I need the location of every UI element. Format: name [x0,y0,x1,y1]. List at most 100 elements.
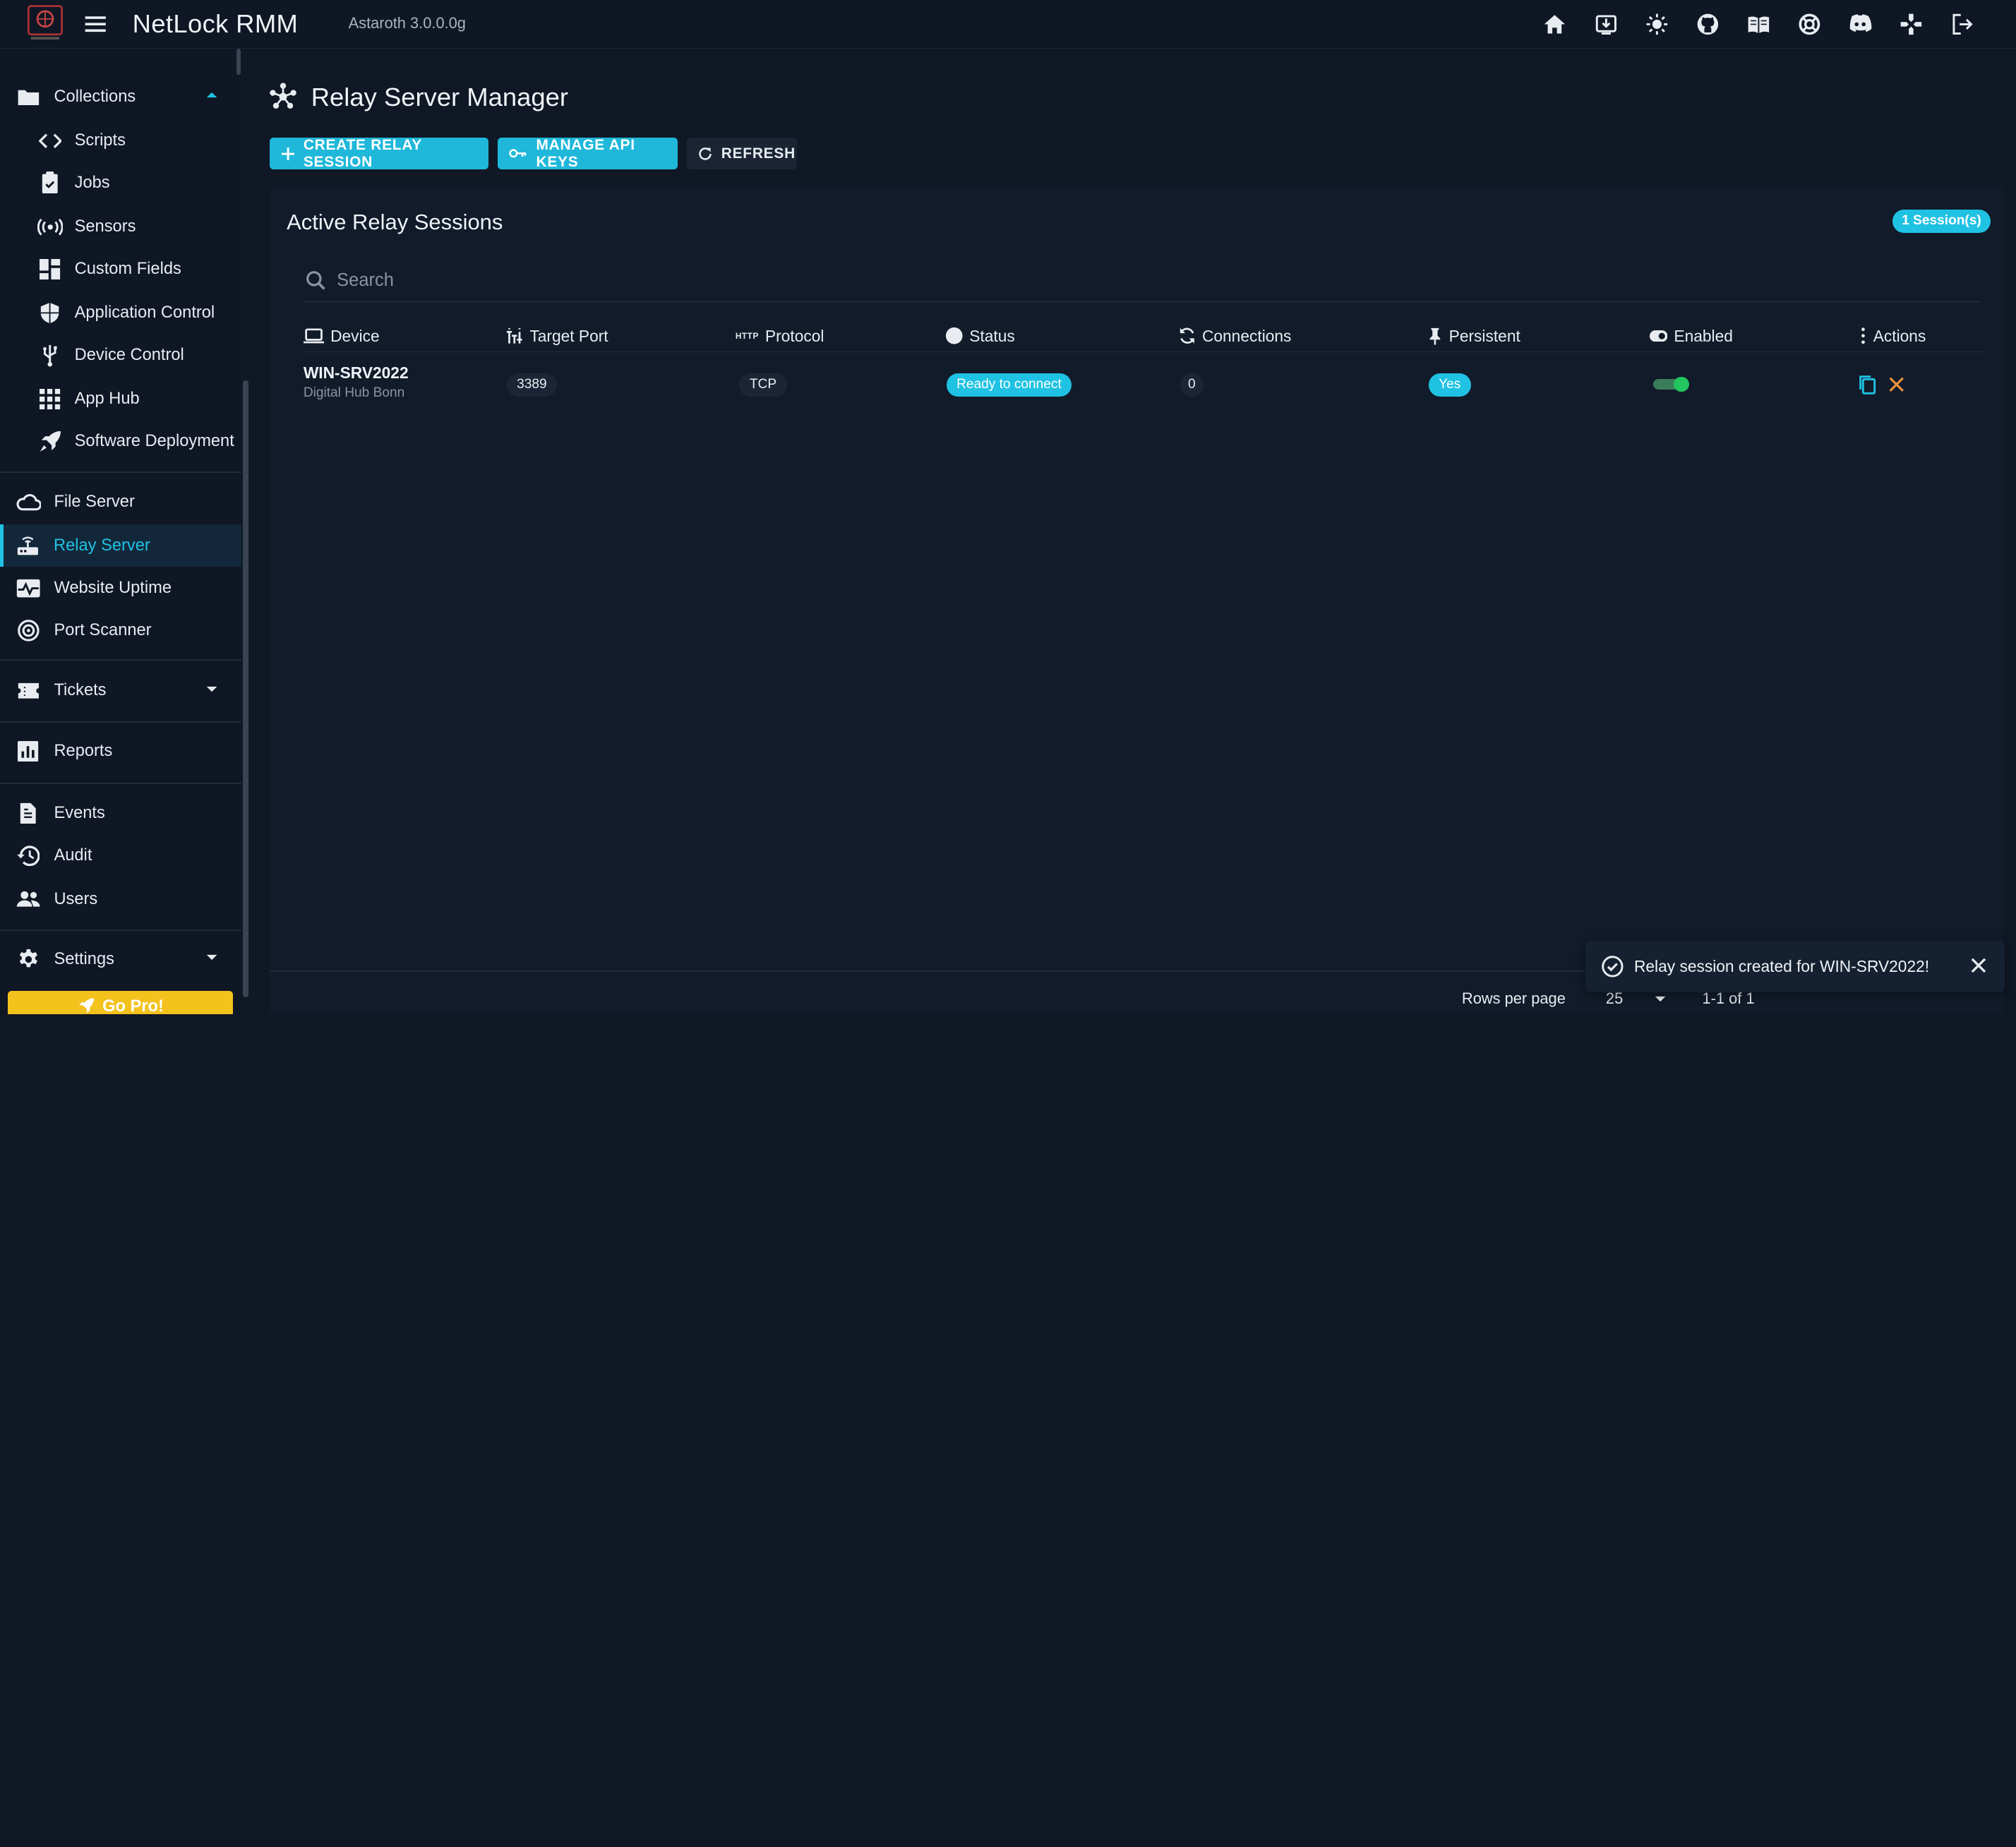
enabled-switch[interactable] [1653,376,1690,392]
router-icon [15,533,40,558]
sidebar-item-website-uptime[interactable]: Website Uptime [0,567,241,609]
table-row[interactable]: WIN-SRV2022 Digital Hub Bonn 3389 TCP Re… [304,357,1985,414]
sidebar-item-port-scanner[interactable]: Port Scanner [0,609,241,651]
sidebar-item-events[interactable]: Events [0,792,241,834]
column-label: Device [330,326,380,345]
chevron-up-icon[interactable] [205,91,218,99]
circle-icon [945,327,963,344]
sidebar-item-label: App Hub [74,390,140,409]
search-icon [306,270,326,291]
people-icon [16,886,41,912]
discord-icon[interactable] [1835,11,1886,39]
page-title: Relay Server Manager [311,82,568,112]
card-title: Active Relay Sessions [287,209,503,234]
home-icon[interactable] [1530,11,1580,39]
theme-toggle-icon[interactable] [1631,11,1682,39]
sidebar-item-relay-server[interactable]: Relay Server [0,524,242,567]
column-device[interactable]: Device [303,326,380,346]
sidebar-item-audit[interactable]: Audit [0,834,241,877]
sidebar-item-scripts[interactable]: Scripts [0,119,241,162]
sidebar-item-device-control[interactable]: Device Control [0,335,241,377]
sidebar-item-custom-fields[interactable]: Custom Fields [0,248,241,291]
protocol-cell: TCP [739,373,787,397]
sidebar-item-app-hub[interactable]: App Hub [0,378,241,420]
sidebar-item-label: Events [54,803,105,822]
table-header: Device Target Port HTTP Protocol Status … [303,321,1986,353]
laptop-icon [303,328,324,344]
sidebar-item-file-server[interactable]: File Server [0,481,241,523]
close-icon[interactable] [1971,958,1986,973]
chevron-down-icon[interactable] [205,953,218,961]
search-field [303,260,1980,302]
go-pro-button[interactable]: Go Pro! [7,991,233,1015]
app-root: NetLock RMM Astaroth 3.0.0.0g Collection… [0,0,2016,1015]
column-target-port[interactable]: Target Port [505,327,608,346]
dashboard-grid-icon [37,256,63,282]
sidebar-item-sensors[interactable]: Sensors [0,205,241,248]
netlock-logo[interactable] [23,4,67,44]
refresh-icon [698,147,712,161]
create-relay-session-label: CREATE RELAY SESSION [303,136,422,170]
sync-icon [1179,327,1196,344]
sidebar-item-tickets[interactable]: Tickets [0,670,241,712]
column-status[interactable]: Status [945,327,1015,346]
support-icon[interactable] [1784,11,1835,39]
search-input[interactable] [337,270,1880,291]
main-content: Relay Server Manager CREATE RELAY SESSIO… [253,49,2016,1015]
more-vertical-icon [1859,327,1867,344]
sidebar-item-users[interactable]: Users [0,878,241,920]
games-icon[interactable] [1886,11,1937,39]
refresh-button[interactable]: REFRESH [686,137,798,170]
http-icon: HTTP [735,331,759,342]
sidebar-item-label: Scripts [74,131,126,150]
sidebar-item-application-control[interactable]: Application Control [0,291,241,334]
apps-grid-icon [37,386,63,411]
sidebar-item-label: Software Deployment [74,432,234,451]
menu-toggle-icon[interactable] [83,11,108,37]
sidebar-item-label: File Server [54,492,135,511]
column-protocol[interactable]: HTTP Protocol [736,327,824,346]
target-port-cell: 3389 [506,373,558,397]
history-icon [16,843,41,868]
download-icon[interactable] [1580,11,1631,39]
rocket-icon [78,998,94,1014]
manage-api-keys-button[interactable]: MANAGE API KEYS [497,136,678,170]
github-icon[interactable] [1682,11,1733,39]
pin-icon [1427,327,1443,345]
column-actions[interactable]: Actions [1859,327,1926,346]
sidebar-item-label: Settings [54,950,114,969]
sidebar-item-settings[interactable]: Settings [0,939,241,981]
rocket-icon [37,428,63,454]
ticket-icon [16,678,41,704]
rows-per-page-select[interactable]: 25 [1606,989,1667,1008]
document-icon [16,800,41,826]
sidebar-item-reports[interactable]: Reports [0,730,241,773]
gear-icon [16,946,41,972]
status-cell: Ready to connect [946,373,1072,397]
device-cell: WIN-SRV2022 Digital Hub Bonn [304,363,409,401]
radar-icon [16,618,41,643]
column-connections[interactable]: Connections [1179,327,1291,346]
sidebar-item-collections[interactable]: Collections [0,76,241,118]
status-badge: Ready to connect [946,373,1072,397]
sidebar-item-software-deployment[interactable]: Software Deployment [0,421,241,463]
column-enabled[interactable]: Enabled [1649,327,1733,346]
sidebar-item-jobs[interactable]: Jobs [0,162,241,204]
sidebar-item-label: Tickets [54,681,107,700]
docs-icon[interactable] [1733,11,1784,39]
chevron-down-icon[interactable] [205,685,218,693]
usb-icon [37,342,63,368]
folder-icon [16,84,41,109]
column-label: Persistent [1448,326,1520,345]
sidebar-scrollbar-top[interactable] [236,49,241,75]
persistent-cell: Yes [1428,373,1471,397]
persistent-badge: Yes [1428,373,1471,397]
manage-api-keys-label: MANAGE API KEYS [536,136,635,170]
logout-icon[interactable] [1937,11,1988,39]
create-relay-session-button[interactable]: CREATE RELAY SESSION [270,136,489,170]
device-location: Digital Hub Bonn [303,385,405,401]
delete-x-icon[interactable] [1888,374,1905,395]
copy-icon[interactable] [1858,374,1877,395]
sidebar-scrollbar[interactable] [243,380,248,998]
column-persistent[interactable]: Persistent [1427,327,1520,346]
